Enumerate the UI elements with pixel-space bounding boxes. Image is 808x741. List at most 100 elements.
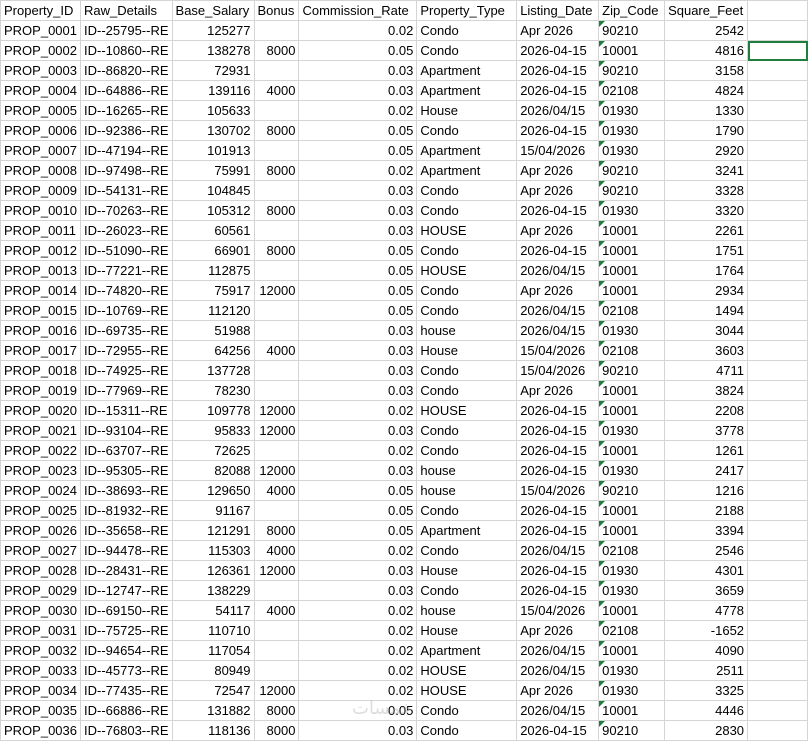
- cell-commission-rate[interactable]: 0.02: [298, 100, 418, 121]
- cell-listing-date[interactable]: 2026-04-15: [516, 500, 600, 521]
- cell-property-id[interactable]: PROP_0022: [0, 440, 81, 461]
- cell-zip-code[interactable]: 90210: [598, 60, 666, 81]
- cell-square-feet[interactable]: 3659: [664, 580, 749, 601]
- cell-property-id[interactable]: PROP_0005: [0, 100, 81, 121]
- cell-square-feet[interactable]: 1330: [664, 100, 749, 121]
- cell-property-id[interactable]: PROP_0001: [0, 20, 81, 41]
- cell-property-id[interactable]: PROP_0014: [0, 280, 81, 301]
- cell-bonus[interactable]: 8000: [253, 40, 300, 61]
- cell-bonus[interactable]: 12000: [253, 280, 300, 301]
- cell-property-type[interactable]: HOUSE: [416, 660, 518, 681]
- cell-empty[interactable]: [747, 700, 808, 721]
- cell-empty[interactable]: [747, 560, 808, 581]
- cell-property-id[interactable]: PROP_0008: [0, 160, 81, 181]
- cell-base-salary[interactable]: 54117: [171, 600, 255, 621]
- cell-square-feet[interactable]: 3778: [664, 420, 749, 441]
- cell-property-id[interactable]: PROP_0010: [0, 200, 81, 221]
- cell-bonus[interactable]: [253, 100, 300, 121]
- cell-base-salary[interactable]: 115303: [171, 540, 255, 561]
- cell-property-type[interactable]: House: [416, 620, 518, 641]
- cell-property-type[interactable]: HOUSE: [416, 220, 518, 241]
- cell-property-id[interactable]: PROP_0019: [0, 380, 81, 401]
- cell-raw-details[interactable]: ID--76803--RE: [80, 720, 173, 741]
- cell-base-salary[interactable]: 66901: [171, 240, 255, 261]
- cell-property-type[interactable]: Apartment: [416, 520, 518, 541]
- cell-property-id[interactable]: PROP_0026: [0, 520, 81, 541]
- cell-property-type[interactable]: HOUSE: [416, 400, 518, 421]
- cell-empty[interactable]: [747, 500, 808, 521]
- cell-base-salary[interactable]: 72547: [171, 680, 255, 701]
- cell-raw-details[interactable]: ID--16265--RE: [80, 100, 173, 121]
- cell-base-salary[interactable]: 80949: [171, 660, 255, 681]
- cell-listing-date[interactable]: 15/04/2026: [516, 360, 600, 381]
- cell-property-id[interactable]: PROP_0035: [0, 700, 81, 721]
- cell-bonus[interactable]: 8000: [253, 200, 300, 221]
- cell-commission-rate[interactable]: 0.03: [298, 320, 418, 341]
- cell-square-feet[interactable]: 4778: [664, 600, 749, 621]
- spreadsheet-grid[interactable]: Property_ID Raw_Details Base_Salary Bonus Co…: [0, 0, 808, 741]
- cell-commission-rate[interactable]: 0.02: [298, 540, 418, 561]
- cell-raw-details[interactable]: ID--38693--RE: [80, 480, 173, 501]
- cell-property-id[interactable]: PROP_0006: [0, 120, 81, 141]
- cell-commission-rate[interactable]: 0.03: [298, 200, 418, 221]
- cell-raw-details[interactable]: ID--74820--RE: [80, 280, 173, 301]
- cell-zip-code[interactable]: 01930: [598, 100, 666, 121]
- cell-commission-rate[interactable]: 0.02: [298, 640, 418, 661]
- cell-listing-date[interactable]: 2026-04-15: [516, 520, 600, 541]
- cell-square-feet[interactable]: 3824: [664, 380, 749, 401]
- cell-raw-details[interactable]: ID--72955--RE: [80, 340, 173, 361]
- cell-raw-details[interactable]: ID--10769--RE: [80, 300, 173, 321]
- cell-base-salary[interactable]: 64256: [171, 340, 255, 361]
- cell-listing-date[interactable]: 2026/04/15: [516, 540, 600, 561]
- cell-property-id[interactable]: PROP_0027: [0, 540, 81, 561]
- cell-base-salary[interactable]: 125277: [171, 20, 255, 41]
- cell-empty[interactable]: [747, 640, 808, 661]
- cell-raw-details[interactable]: ID--81932--RE: [80, 500, 173, 521]
- cell-commission-rate[interactable]: 0.05: [298, 260, 418, 281]
- cell-raw-details[interactable]: ID--63707--RE: [80, 440, 173, 461]
- cell-empty[interactable]: [747, 600, 808, 621]
- cell-square-feet[interactable]: 1494: [664, 300, 749, 321]
- cell-raw-details[interactable]: ID--25795--RE: [80, 20, 173, 41]
- cell-empty[interactable]: [747, 420, 808, 441]
- cell-bonus[interactable]: [253, 180, 300, 201]
- cell-base-salary[interactable]: 118136: [171, 720, 255, 741]
- cell-commission-rate[interactable]: 0.02: [298, 440, 418, 461]
- cell-commission-rate[interactable]: 0.05: [298, 280, 418, 301]
- cell-property-type[interactable]: HOUSE: [416, 680, 518, 701]
- cell-listing-date[interactable]: 2026/04/15: [516, 100, 600, 121]
- cell-zip-code[interactable]: 10001: [598, 520, 666, 541]
- cell-base-salary[interactable]: 105312: [171, 200, 255, 221]
- cell-commission-rate[interactable]: 0.05: [298, 500, 418, 521]
- cell-bonus[interactable]: [253, 440, 300, 461]
- cell-square-feet[interactable]: 2920: [664, 140, 749, 161]
- cell-property-type[interactable]: HOUSE: [416, 260, 518, 281]
- cell-property-type[interactable]: Apartment: [416, 140, 518, 161]
- cell-empty[interactable]: [747, 380, 808, 401]
- cell-listing-date[interactable]: 2026/04/15: [516, 320, 600, 341]
- cell-listing-date[interactable]: 2026/04/15: [516, 640, 600, 661]
- cell-listing-date[interactable]: 2026-04-15: [516, 120, 600, 141]
- cell-property-type[interactable]: Condo: [416, 420, 518, 441]
- cell-zip-code[interactable]: 90210: [598, 160, 666, 181]
- cell-zip-code[interactable]: 10001: [598, 40, 666, 61]
- cell-square-feet[interactable]: 3044: [664, 320, 749, 341]
- cell-zip-code[interactable]: 01930: [598, 200, 666, 221]
- cell-base-salary[interactable]: 131882: [171, 700, 255, 721]
- cell-square-feet[interactable]: 4446: [664, 700, 749, 721]
- cell-property-type[interactable]: Condo: [416, 700, 518, 721]
- cell-property-type[interactable]: Condo: [416, 200, 518, 221]
- cell-property-id[interactable]: PROP_0020: [0, 400, 81, 421]
- cell-empty[interactable]: [747, 440, 808, 461]
- cell-bonus[interactable]: [253, 320, 300, 341]
- cell-commission-rate[interactable]: 0.02: [298, 620, 418, 641]
- cell-base-salary[interactable]: 139116: [171, 80, 255, 101]
- cell-raw-details[interactable]: ID--95305--RE: [80, 460, 173, 481]
- cell-base-salary[interactable]: 138229: [171, 580, 255, 601]
- cell-empty[interactable]: [747, 220, 808, 241]
- cell-zip-code[interactable]: 01930: [598, 140, 666, 161]
- cell-raw-details[interactable]: ID--75725--RE: [80, 620, 173, 641]
- column-header-property-id[interactable]: Property_ID: [0, 0, 81, 21]
- cell-commission-rate[interactable]: 0.05: [298, 120, 418, 141]
- cell-zip-code[interactable]: 02108: [598, 340, 666, 361]
